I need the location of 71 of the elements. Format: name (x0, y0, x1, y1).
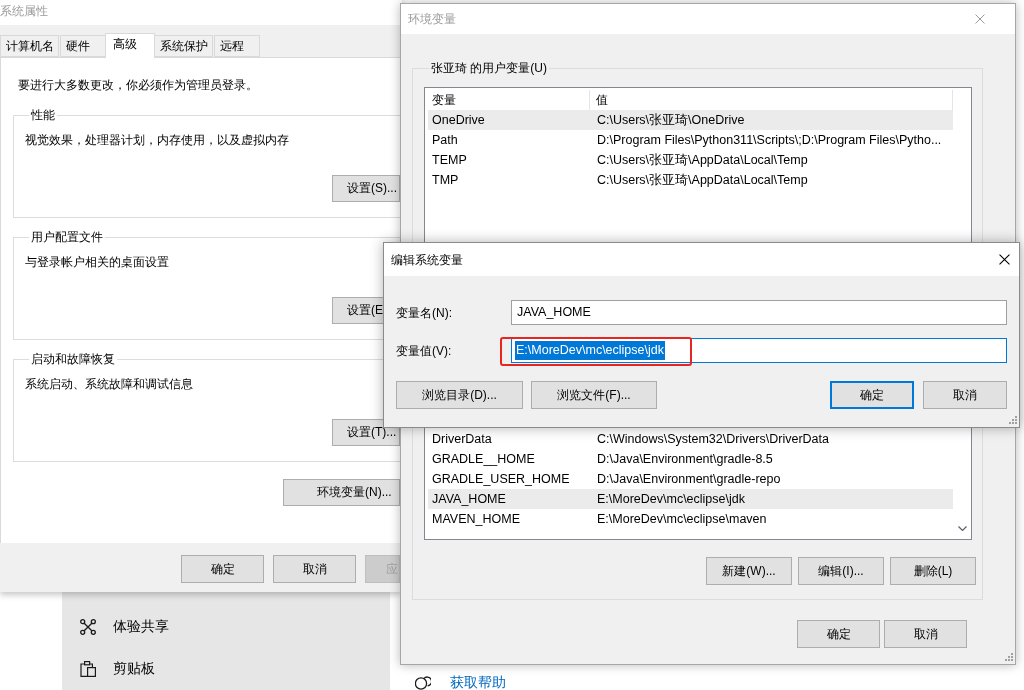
group-description: 视觉效果，处理器计划，内存使用，以及虚拟内存 (25, 132, 289, 148)
variable-name: MAVEN_HOME (431, 511, 521, 528)
tab[interactable]: 远程 (214, 35, 260, 57)
variable-row[interactable]: Path D:\Program Files\Python311\Scripts\;D:\Program Files\Pytho... (428, 130, 953, 150)
tab[interactable]: 系统保护 (154, 35, 213, 57)
dialog-button[interactable]: 确定 (830, 381, 914, 409)
variable-row[interactable]: OneDrive C:\Users\张亚琦\OneDrive (428, 110, 953, 130)
browse-button[interactable]: 浏览文件(F)... (531, 381, 657, 409)
variable-row[interactable]: DriverData C:\Windows\System32\Drivers\DriverData (428, 429, 953, 449)
input-field[interactable]: JAVA_HOME (511, 300, 1007, 325)
group-title: 启动和故障恢复 (30, 351, 116, 367)
settings-button[interactable]: 设置(T)... (332, 419, 400, 446)
list-action-button[interactable]: 新建(W)... (706, 557, 792, 585)
list-action-button[interactable]: 编辑(I)... (798, 557, 884, 585)
notice-text: 要进行大多数更改，你必须作为管理员登录。 (18, 77, 258, 93)
variable-value: D:\Java\Environment\gradle-repo (596, 471, 782, 488)
variable-name: Path (431, 132, 459, 149)
variable-row[interactable]: MAVEN_HOME E:\MoreDev\mc\eclipse\maven (428, 509, 953, 529)
clipboard-icon (80, 661, 96, 677)
group-description: 与登录帐户相关的桌面设置 (25, 254, 169, 270)
variable-value: C:\Users\张亚琦\AppData\Local\Temp (596, 152, 809, 169)
resize-grip-icon[interactable] (1008, 416, 1017, 425)
variable-value: C:\Users\张亚琦\AppData\Local\Temp (596, 172, 809, 189)
group-title: 张亚琦 的用户变量(U) (430, 60, 548, 76)
help-link[interactable]: 获取帮助 (415, 674, 506, 690)
dialog-button[interactable]: 确定 (181, 555, 264, 583)
nav-item[interactable]: 剪贴板 (80, 648, 155, 690)
nav-item[interactable]: 体验共享 (80, 606, 169, 648)
variable-name: GRADLE_USER_HOME (431, 471, 571, 488)
group-description: 系统启动、系统故障和调试信息 (25, 376, 193, 392)
window-title: 环境变量 (408, 11, 456, 27)
variable-name: TMP (431, 172, 460, 189)
variable-row[interactable]: GRADLE__HOME D:\Java\Environment\gradle-8.5 (428, 449, 953, 469)
variable-value: D:\Java\Environment\gradle-8.5 (596, 451, 774, 468)
group-title: 用户配置文件 (30, 229, 104, 245)
resize-grip-icon[interactable] (1004, 653, 1013, 662)
variable-row[interactable]: TMP C:\Users\张亚琦\AppData\Local\Temp (428, 170, 953, 190)
group-title: 性能 (30, 107, 56, 123)
dialog-button[interactable]: 取消 (273, 555, 356, 583)
dialog-button[interactable]: 确定 (797, 620, 880, 648)
environment-variables-button[interactable]: 环境变量(N)... (283, 479, 400, 506)
variable-value: D:\Program Files\Python311\Scripts\;D:\Program Files\Pytho... (596, 132, 943, 149)
variable-name: GRADLE__HOME (431, 451, 536, 468)
variable-value: E:\MoreDev\mc\eclipse\maven (596, 511, 768, 528)
window-title: 系统属性 (0, 2, 48, 19)
close-icon (975, 14, 985, 24)
browse-button[interactable]: 浏览目录(D)... (396, 381, 523, 409)
list-action-button[interactable]: 删除(L) (890, 557, 976, 585)
chevron-down-icon[interactable] (958, 526, 967, 531)
variable-name: JAVA_HOME (431, 491, 507, 508)
input-field[interactable]: E:\MoreDev\mc\eclipse\jdk (511, 338, 1007, 363)
overlapping-circles-icon (415, 674, 431, 690)
variable-value: E:\MoreDev\mc\eclipse\jdk (596, 491, 746, 508)
variable-row[interactable]: JAVA_HOME E:\MoreDev\mc\eclipse\jdk (428, 489, 953, 509)
window-title: 编辑系统变量 (391, 251, 463, 268)
variable-value: C:\Windows\System32\Drivers\DriverData (596, 431, 830, 448)
field-label: 变量值(V): (396, 342, 453, 359)
tab[interactable]: 硬件 (60, 35, 106, 57)
variable-row[interactable]: TEMP C:\Users\张亚琦\AppData\Local\Temp (428, 150, 953, 170)
dialog-button[interactable]: 取消 (923, 381, 1007, 409)
variable-row[interactable]: GRADLE_USER_HOME D:\Java\Environment\gradle-repo (428, 469, 953, 489)
tab[interactable]: 高级 (105, 33, 155, 58)
close-icon (998, 254, 1010, 265)
variable-name: DriverData (431, 431, 493, 448)
dialog-button[interactable]: 取消 (884, 620, 967, 648)
variable-name: TEMP (431, 152, 468, 169)
share-icon (80, 619, 96, 635)
tab[interactable]: 计算机名 (0, 35, 59, 57)
variable-value: C:\Users\张亚琦\OneDrive (596, 112, 746, 129)
settings-button[interactable]: 设置(S)... (332, 175, 400, 202)
variable-name: OneDrive (431, 112, 486, 129)
